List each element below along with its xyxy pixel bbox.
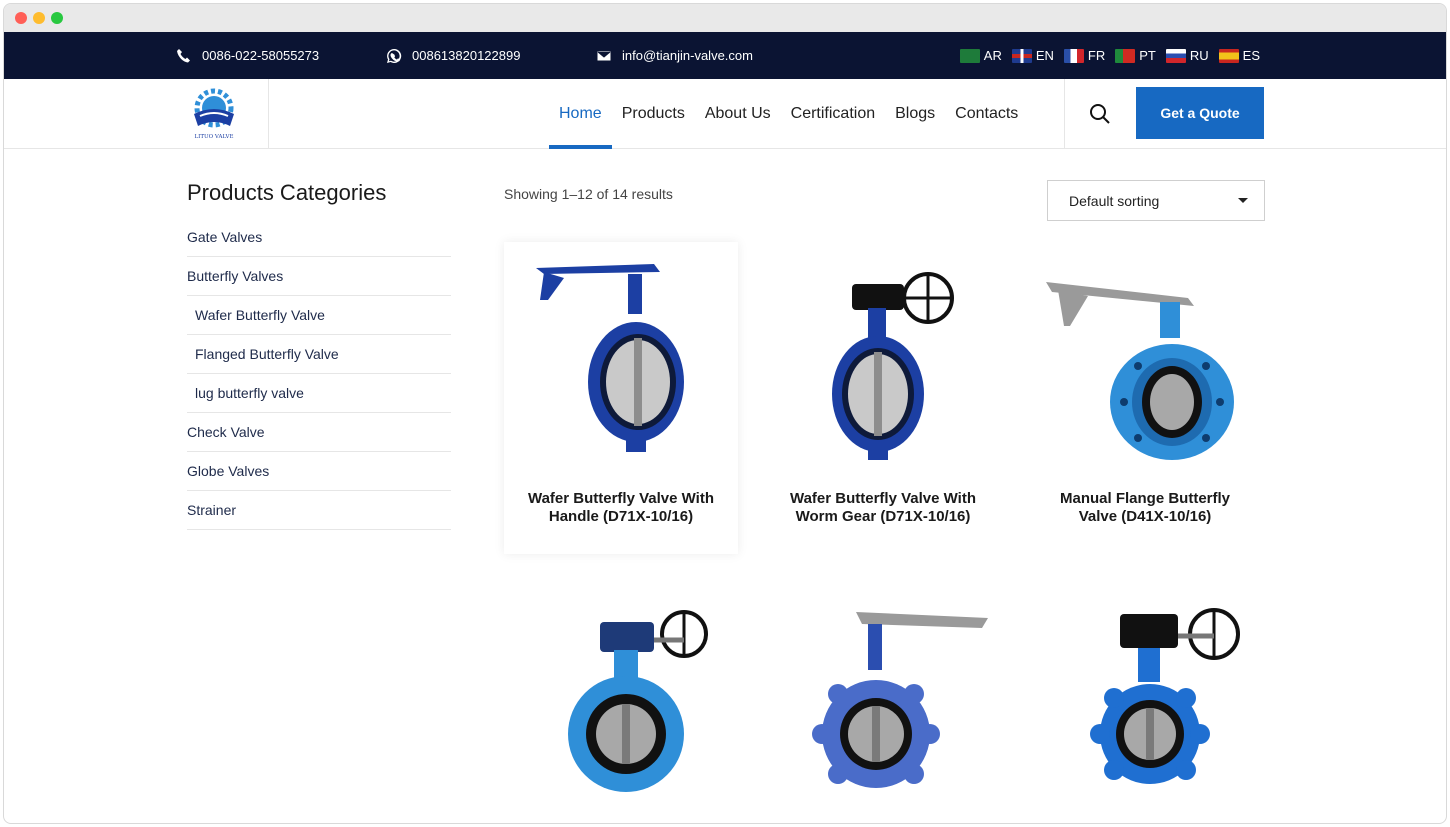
nav-label: Home <box>559 104 602 122</box>
category-label: Strainer <box>187 502 237 518</box>
lang-label: EN <box>1035 48 1054 63</box>
product-card[interactable] <box>504 594 738 814</box>
search-button[interactable] <box>1064 79 1134 148</box>
product-title-line: Worm Gear (D71X-10/16) <box>795 508 971 525</box>
sort-select[interactable]: Default sorting <box>1047 180 1265 221</box>
portugal-flag-icon <box>1115 48 1136 63</box>
product-card[interactable]: Manual Flange Butterfly Valve (D41X-10/1… <box>1028 242 1262 554</box>
spain-flag-icon <box>1218 48 1239 63</box>
phone-number: 0086-022-58055273 <box>202 48 320 63</box>
product-categories-sidebar: Products Categories Gate Valves Butterfl… <box>187 180 451 530</box>
lug-valve-worm-gear-image <box>1090 608 1240 784</box>
lang-label: AR <box>983 48 1002 63</box>
category-label: Butterfly Valves <box>187 268 284 284</box>
category-gate-valves[interactable]: Gate Valves <box>187 218 451 257</box>
product-title-line: Handle (D71X-10/16) <box>548 508 694 525</box>
product-card[interactable]: Wafer Butterfly Valve With Worm Gear (D7… <box>766 242 1000 554</box>
nav-label: Products <box>621 104 685 122</box>
sort-selected-value: Default sorting <box>1069 192 1160 209</box>
minimize-window-button[interactable] <box>33 12 45 24</box>
wafer-valve-handle-image <box>536 264 684 452</box>
caret-down-icon <box>1238 198 1248 203</box>
lang-pt[interactable]: PT <box>1115 48 1156 63</box>
flange-valve-image <box>1046 282 1234 460</box>
nav-label: Certification <box>790 104 876 122</box>
flange-valve-worm-gear-image <box>568 610 708 792</box>
nav-blogs[interactable]: Blogs <box>885 79 945 148</box>
main-navbar: LITUO VALVE Home Products About Us Certi… <box>4 79 1446 149</box>
uk-flag-icon <box>1011 48 1032 63</box>
category-wafer-butterfly-valve[interactable]: Wafer Butterfly Valve <box>187 296 451 335</box>
maximize-window-button[interactable] <box>51 12 63 24</box>
envelope-icon <box>596 50 612 61</box>
russia-flag-icon <box>1165 48 1186 63</box>
nav-products[interactable]: Products <box>612 79 695 148</box>
lituo-valve-logo-icon: LITUO VALVE <box>194 88 234 140</box>
category-lug-butterfly-valve[interactable]: lug butterfly valve <box>187 374 451 413</box>
product-title[interactable]: Wafer Butterfly Valve With Worm Gear (D7… <box>766 490 1000 526</box>
primary-nav: Home Products About Us Certification Blo… <box>549 79 1028 149</box>
lang-fr[interactable]: FR <box>1063 48 1106 63</box>
category-label: Check Valve <box>187 424 265 440</box>
phone-contact[interactable]: 0086-022-58055273 <box>176 32 319 79</box>
lang-label: FR <box>1087 48 1106 63</box>
france-flag-icon <box>1063 48 1084 63</box>
category-label: lug butterfly valve <box>195 385 304 401</box>
category-strainer[interactable]: Strainer <box>187 491 451 530</box>
search-icon <box>1089 103 1110 124</box>
nav-label: Blogs <box>895 104 936 122</box>
nav-contacts[interactable]: Contacts <box>945 79 1028 148</box>
whatsapp-number: 008613820122899 <box>412 48 521 63</box>
lug-valve-handle-image <box>812 612 988 788</box>
category-label: Gate Valves <box>187 229 263 245</box>
window-titlebar <box>4 4 1446 32</box>
nav-certification[interactable]: Certification <box>781 79 885 148</box>
product-card[interactable]: Wafer Butterfly Valve With Handle (D71X-… <box>504 242 738 554</box>
results-count: Showing 1–12 of 14 results <box>504 186 673 202</box>
category-check-valve[interactable]: Check Valve <box>187 413 451 452</box>
category-label: Flanged Butterfly Valve <box>195 346 339 362</box>
email-contact[interactable]: info@tianjin-valve.com <box>596 32 753 79</box>
product-title-line: Wafer Butterfly Valve With <box>527 490 714 507</box>
product-title[interactable]: Manual Flange Butterfly Valve (D41X-10/1… <box>1028 490 1262 526</box>
nav-label: Contacts <box>955 104 1019 122</box>
whatsapp-icon <box>387 48 402 63</box>
product-card[interactable] <box>1028 594 1262 814</box>
lang-ar[interactable]: AR <box>959 48 1002 63</box>
product-title[interactable]: Wafer Butterfly Valve With Handle (D71X-… <box>504 490 738 526</box>
lang-ru[interactable]: RU <box>1165 48 1209 63</box>
saudi-flag-icon <box>959 48 980 63</box>
lang-es[interactable]: ES <box>1218 48 1260 63</box>
get-a-quote-button[interactable]: Get a Quote <box>1136 87 1264 139</box>
language-switcher: AR EN FR PT RU ES <box>959 32 1260 79</box>
category-globe-valves[interactable]: Globe Valves <box>187 452 451 491</box>
product-title-line: Manual Flange Butterfly <box>1059 490 1231 507</box>
nav-about-us[interactable]: About Us <box>695 79 781 148</box>
product-card[interactable] <box>766 594 1000 814</box>
nav-home[interactable]: Home <box>549 79 612 149</box>
top-contact-bar: 0086-022-58055273 008613820122899 info@t… <box>4 32 1446 79</box>
product-title-line: Valve (D41X-10/16) <box>1078 508 1212 525</box>
product-title-line: Wafer Butterfly Valve With <box>789 490 976 507</box>
lang-label: PT <box>1139 48 1156 63</box>
whatsapp-contact[interactable]: 008613820122899 <box>386 32 520 79</box>
wafer-valve-worm-gear-image <box>832 272 954 460</box>
lang-label: ES <box>1242 48 1260 63</box>
lang-label: RU <box>1189 48 1209 63</box>
category-label: Wafer Butterfly Valve <box>195 307 325 323</box>
site-logo[interactable]: LITUO VALVE <box>168 79 269 148</box>
browser-window: 0086-022-58055273 008613820122899 info@t… <box>3 3 1447 824</box>
nav-label: About Us <box>704 104 771 122</box>
close-window-button[interactable] <box>15 12 27 24</box>
email-address: info@tianjin-valve.com <box>622 48 753 63</box>
phone-icon <box>177 48 190 62</box>
logo-text: LITUO VALVE <box>195 134 234 140</box>
sidebar-title: Products Categories <box>187 180 387 205</box>
category-label: Globe Valves <box>187 463 270 479</box>
category-butterfly-valves[interactable]: Butterfly Valves <box>187 257 451 296</box>
category-flanged-butterfly-valve[interactable]: Flanged Butterfly Valve <box>187 335 451 374</box>
lang-en[interactable]: EN <box>1011 48 1054 63</box>
